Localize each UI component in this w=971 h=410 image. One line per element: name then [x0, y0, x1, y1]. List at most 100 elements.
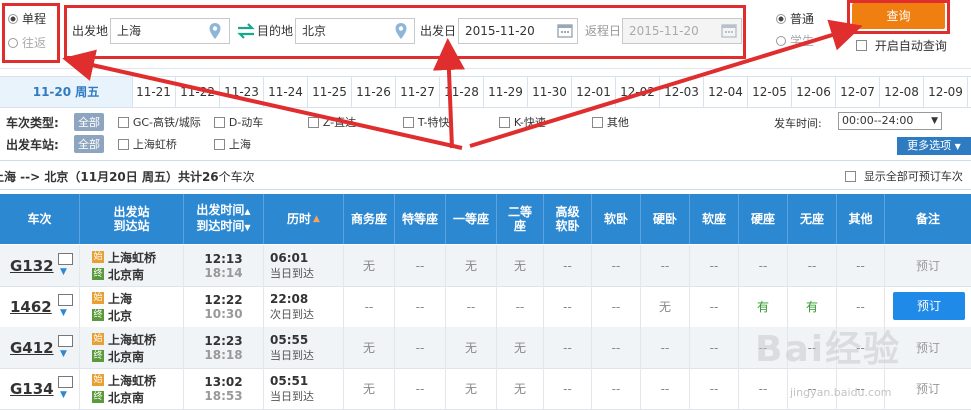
location-pin-icon — [395, 23, 407, 39]
train-detail-icon[interactable] — [58, 335, 73, 347]
calendar-icon[interactable] — [557, 22, 573, 38]
date-tab[interactable]: 12-04 — [704, 77, 748, 107]
to-station[interactable]: 终北京南 — [92, 266, 144, 283]
date-tab[interactable]: 12-05 — [748, 77, 792, 107]
date-tab[interactable]: 11-27 — [396, 77, 440, 107]
more-options-button[interactable]: 更多选项 ▼ — [897, 137, 971, 155]
header-seat-class: 软座 — [690, 194, 739, 244]
train-type-option-label: K-快速 — [513, 116, 546, 129]
calendar-icon[interactable] — [721, 22, 737, 38]
depart-time-value: 00:00--24:00 — [842, 114, 914, 127]
seat-availability: -- — [592, 286, 641, 327]
start-station-icon: 始 — [92, 251, 104, 263]
train-number-link[interactable]: G412 — [10, 339, 54, 357]
train-detail-icon[interactable] — [58, 294, 73, 306]
to-station[interactable]: 终北京南 — [92, 348, 144, 365]
checkbox-icon — [856, 40, 867, 51]
date-tab[interactable]: 11-30 — [528, 77, 572, 107]
from-station[interactable]: 始上海 — [92, 290, 132, 307]
book-button[interactable]: 预订 — [893, 292, 965, 320]
train-detail-icon[interactable] — [58, 376, 73, 388]
from-station[interactable]: 始上海虹桥 — [92, 249, 156, 266]
station-option[interactable]: 上海 — [214, 136, 251, 152]
date-tab[interactable]: 11-24 — [264, 77, 308, 107]
train-type-option[interactable]: K-快速 — [499, 114, 546, 130]
date-tab[interactable]: 12-06 — [792, 77, 836, 107]
to-station[interactable]: 终北京 — [92, 307, 132, 324]
date-tab[interactable]: 12-07 — [836, 77, 880, 107]
checkbox-icon — [499, 117, 510, 128]
date-tab[interactable]: 11-26 — [352, 77, 396, 107]
student-passenger-radio[interactable]: 学生 — [776, 32, 814, 49]
swap-icon[interactable] — [236, 23, 256, 39]
depart-time-select[interactable]: 00:00--24:00 ▼ — [838, 112, 942, 130]
header-arrive-time: 到达时间▼ — [196, 219, 250, 235]
train-detail-icon[interactable] — [58, 253, 73, 265]
stations-cell: 始上海虹桥终北京南 — [80, 327, 184, 368]
seat-availability: -- — [641, 245, 690, 286]
train-count-suffix: 个车次 — [218, 170, 255, 184]
train-type-option[interactable]: T-特快 — [403, 114, 450, 130]
dropdown-arrow-icon: ▼ — [931, 116, 938, 126]
header-seat-class: 商务座 — [344, 194, 395, 244]
train-type-all-button[interactable]: 全部 — [74, 113, 104, 131]
date-tab[interactable]: 12-03 — [660, 77, 704, 107]
arrive-time: 10:30 — [204, 306, 243, 321]
checkbox-icon — [592, 117, 603, 128]
date-tab[interactable]: 12-08 — [880, 77, 924, 107]
date-tab[interactable]: 11-22 — [176, 77, 220, 107]
expand-arrow-icon[interactable]: ▼ — [60, 308, 67, 318]
seat-availability: -- — [395, 245, 446, 286]
train-type-option[interactable]: GC-高铁/城际 — [118, 114, 201, 130]
header-duration[interactable]: 历时 ▲ — [264, 194, 344, 244]
date-tab[interactable]: 11-23 — [220, 77, 264, 107]
train-number-link[interactable]: 1462 — [10, 298, 52, 316]
train-type-option[interactable]: 其他 — [592, 114, 629, 130]
normal-passenger-radio[interactable]: 普通 — [776, 10, 814, 27]
train-cell: G132 ▼ — [0, 245, 80, 286]
date-tab[interactable]: 12-09 — [924, 77, 968, 107]
roundtrip-radio[interactable]: 往返 — [8, 34, 46, 51]
expand-arrow-icon[interactable]: ▼ — [60, 267, 67, 277]
train-type-option-label: D-动车 — [228, 116, 264, 129]
date-tab[interactable]: 11-28 — [440, 77, 484, 107]
show-all-checkbox[interactable]: 显示全部可预订车次 — [845, 168, 963, 184]
seat-availability: 无 — [497, 327, 544, 368]
expand-arrow-icon[interactable]: ▼ — [60, 349, 67, 359]
expand-arrow-icon[interactable]: ▼ — [60, 390, 67, 400]
train-cell: G134 ▼ — [0, 368, 80, 409]
date-tabs: 11-20 周五 11-21 11-22 11-23 11-24 11-25 11-26 1… — [0, 76, 971, 108]
date-tab[interactable]: 12-02 — [616, 77, 660, 107]
train-number-link[interactable]: G134 — [10, 380, 54, 398]
checkbox-icon — [118, 117, 129, 128]
auto-query-checkbox[interactable]: 开启自动查询 — [856, 37, 947, 54]
train-number-link[interactable]: G132 — [10, 257, 54, 275]
to-station[interactable]: 终北京南 — [92, 389, 144, 406]
oneway-radio[interactable]: 单程 — [8, 10, 46, 27]
train-type-option[interactable]: Z-直达 — [308, 114, 356, 130]
header-seat-class: 硬座 — [739, 194, 788, 244]
duration-cell: 05:55 当日到达 — [264, 327, 344, 368]
train-type-option[interactable]: D-动车 — [214, 114, 263, 130]
query-button[interactable]: 查询 — [852, 3, 945, 29]
station-all-button[interactable]: 全部 — [74, 135, 104, 153]
seat-availability: -- — [690, 327, 739, 368]
stations-cell: 始上海虹桥终北京南 — [80, 245, 184, 286]
date-tab[interactable]: 11-29 — [484, 77, 528, 107]
header-times[interactable]: 出发时间▲ 到达时间▼ — [184, 194, 264, 244]
train-cell: G412 ▼ — [0, 327, 80, 368]
seat-availability: -- — [544, 327, 592, 368]
sort-up-icon: ▲ — [244, 207, 251, 216]
date-tab-current[interactable]: 11-20 周五 — [0, 77, 133, 107]
date-tab[interactable]: 11-25 — [308, 77, 352, 107]
book-label: 预订 — [915, 341, 940, 355]
from-station[interactable]: 始上海虹桥 — [92, 372, 156, 389]
station-option[interactable]: 上海虹桥 — [118, 136, 177, 152]
from-station[interactable]: 始上海虹桥 — [92, 331, 156, 348]
date-tab[interactable]: 11-21 — [132, 77, 176, 107]
depart-time: 13:02 — [204, 374, 243, 389]
station-label: 出发车站: — [6, 138, 59, 152]
depart-label: 出发日 — [420, 24, 457, 38]
date-tab[interactable]: 12-01 — [572, 77, 616, 107]
seat-availability: 无 — [446, 327, 497, 368]
